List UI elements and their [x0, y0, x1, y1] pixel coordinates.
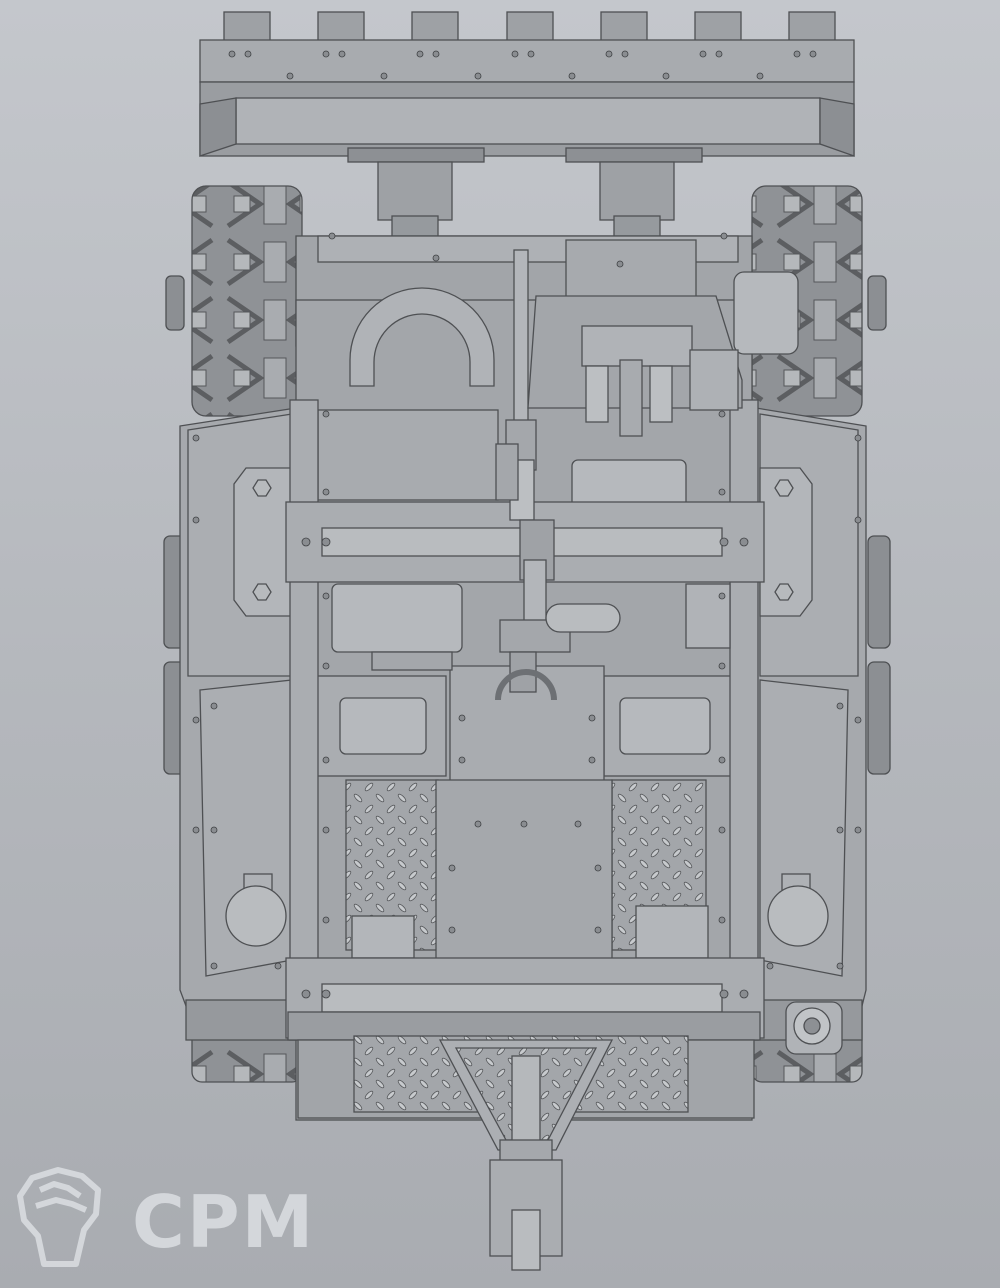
watermark-text: CPM — [132, 1180, 316, 1264]
cad-viewport: CPM — [0, 0, 1000, 1288]
watermark: CPM — [10, 1160, 313, 1270]
rear-idler — [785, 1001, 843, 1055]
dozer-blade — [199, 11, 855, 163]
tow-hitch — [297, 1035, 755, 1271]
right-side-armor — [751, 407, 867, 1041]
raised-fist-icon — [17, 1167, 101, 1267]
left-side-armor — [179, 407, 297, 1041]
vehicle-model — [163, 11, 891, 1271]
